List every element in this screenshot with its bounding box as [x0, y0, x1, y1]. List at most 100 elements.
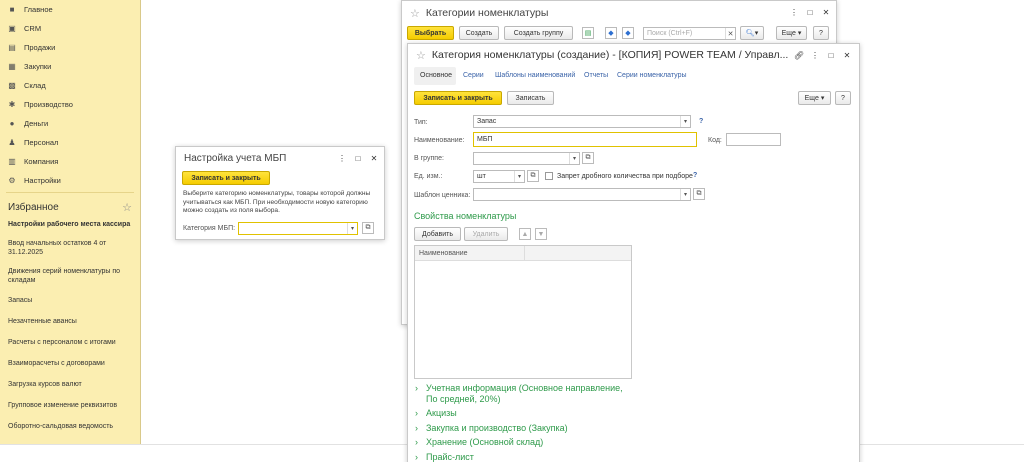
mbp-settings-window: Настройка учета МБП ⋮ □ ✕ Записать и зак…: [175, 146, 385, 240]
favorite-item[interactable]: Взаиморасчеты с договорами: [0, 356, 140, 371]
tab-series[interactable]: Серии: [463, 72, 484, 79]
search-button[interactable]: 🔍︎ ▾: [740, 26, 764, 40]
open-link-icon[interactable]: ⧉: [582, 152, 594, 164]
code-field[interactable]: [726, 133, 781, 146]
tab-reports[interactable]: Отчеты: [584, 72, 608, 79]
section-purchase[interactable]: Закупка и производство (Закупка): [426, 423, 568, 433]
nav-item-company[interactable]: ▥ Компания: [0, 152, 140, 171]
section-excise[interactable]: Акцизы: [426, 408, 457, 418]
close-icon[interactable]: ✕: [822, 7, 830, 17]
maximize-icon[interactable]: □: [806, 7, 814, 17]
more-icon[interactable]: ⋮: [338, 153, 346, 163]
unit-field[interactable]: шт ▾: [473, 170, 525, 183]
save-button[interactable]: Записать: [507, 91, 554, 105]
tab-name-templates[interactable]: Шаблоны наименований: [495, 72, 575, 79]
dropdown-arrow-icon[interactable]: ▾: [569, 153, 579, 164]
home-icon: ■: [9, 5, 15, 14]
favorites-title: Избранное: [8, 201, 59, 213]
dropdown-arrow-icon[interactable]: ▾: [514, 171, 524, 182]
dropdown-arrow-icon[interactable]: ▾: [347, 223, 357, 234]
save-close-button[interactable]: Записать и закрыть: [414, 91, 502, 105]
nav-item-production[interactable]: ✱ Производство: [0, 95, 140, 114]
favorite-item[interactable]: Расчеты с персоналом с итогами: [0, 335, 140, 350]
favorite-item[interactable]: Ввод начальных остатков 4 от 31.12.2025: [0, 236, 140, 260]
properties-title: Свойства номенклатуры: [414, 211, 517, 221]
sidebar-nav: ■ Главное ▣ CRM ▤ Продажи ▦ Закупки ▩ Склад ✱…: [0, 0, 140, 190]
maximize-icon[interactable]: □: [827, 50, 835, 60]
fractional-checkbox[interactable]: [545, 172, 553, 180]
price-tag-field[interactable]: ▾: [473, 188, 691, 201]
more-icon[interactable]: ⋮: [811, 50, 819, 60]
star-icon[interactable]: ☆: [410, 7, 420, 20]
nav-item-home[interactable]: ■ Главное: [0, 0, 140, 19]
favorite-item[interactable]: Запасы: [0, 293, 140, 308]
table-header-name[interactable]: Наименование: [415, 245, 525, 261]
more-button[interactable]: Еще ▾: [798, 91, 831, 105]
maximize-icon[interactable]: □: [354, 153, 362, 163]
unit-value: шт: [477, 173, 486, 180]
more-icon[interactable]: ⋮: [790, 7, 798, 17]
favorite-item[interactable]: Групповое изменение реквизитов: [0, 398, 140, 413]
nav-item-sales[interactable]: ▤ Продажи: [0, 38, 140, 57]
favorite-item[interactable]: Движения серий номенклатуры по складам: [0, 264, 140, 288]
dropdown-arrow-icon[interactable]: ▾: [680, 189, 690, 200]
properties-table[interactable]: Наименование: [414, 245, 632, 379]
open-link-icon[interactable]: ⧉: [693, 188, 705, 200]
mbp-category-field[interactable]: ▾: [238, 222, 358, 235]
search-input[interactable]: Поиск (Ctrl+F) ✕: [643, 27, 736, 40]
create-button[interactable]: Создать: [459, 26, 499, 40]
more-label: Еще: [804, 94, 819, 102]
section-accounting[interactable]: Учетная информация (Основное направление…: [426, 383, 636, 405]
nav-item-purchases[interactable]: ▦ Закупки: [0, 57, 140, 76]
type-label: Тип:: [414, 119, 428, 126]
link-icon[interactable]: 🔗︎: [794, 50, 804, 60]
dropdown-arrow-icon[interactable]: ▾: [680, 116, 690, 127]
copy-icon[interactable]: ▤: [582, 27, 594, 39]
mbp-save-close-button[interactable]: Записать и закрыть: [182, 171, 270, 185]
section-storage[interactable]: Хранение (Основной склад): [426, 437, 543, 447]
close-icon[interactable]: ✕: [370, 153, 378, 163]
favorites-list: Настройки рабочего места кассира Ввод на…: [0, 217, 140, 434]
category-list-titlebar: ☆ Категории номенклатуры ⋮ □ ✕: [402, 1, 836, 25]
favorite-item[interactable]: Оборотно-сальдовая ведомость: [0, 419, 140, 434]
sales-icon: ▤: [8, 43, 16, 52]
clear-icon[interactable]: ✕: [725, 28, 735, 39]
help-button[interactable]: ?: [813, 26, 829, 40]
move-up-icon[interactable]: ◆: [605, 27, 617, 39]
name-field[interactable]: МБП: [473, 132, 697, 147]
add-property-button[interactable]: Добавить: [414, 227, 461, 241]
favorite-item[interactable]: Незачтенные авансы: [0, 314, 140, 329]
warehouse-icon: ▩: [8, 81, 16, 90]
star-icon[interactable]: ☆: [122, 201, 132, 214]
nav-item-person[interactable]: ♟ Персонал: [0, 133, 140, 152]
form-title: Категория номенклатуры (создание) - [КОП…: [431, 49, 789, 61]
favorite-item[interactable]: Загрузка курсов валют: [0, 377, 140, 392]
close-icon[interactable]: ✕: [843, 50, 851, 60]
nav-item-crm[interactable]: ▣ CRM: [0, 19, 140, 38]
open-link-icon[interactable]: ⧉: [362, 222, 374, 234]
help-icon[interactable]: ?: [699, 118, 703, 125]
tab-item-series[interactable]: Серии номенклатуры: [617, 72, 687, 79]
open-link-icon[interactable]: ⧉: [527, 170, 539, 182]
purchases-icon: ▦: [8, 62, 16, 71]
gear-icon: ⚙: [8, 176, 16, 185]
nav-item-money[interactable]: ● Деньги: [0, 114, 140, 133]
nav-item-warehouse[interactable]: ▩ Склад: [0, 76, 140, 95]
nav-item-settings[interactable]: ⚙ Настройки: [0, 171, 140, 190]
tab-main-label: Основное: [420, 72, 453, 79]
arrow-down-icon[interactable]: ▼: [535, 228, 547, 240]
search-placeholder: Поиск (Ctrl+F): [647, 30, 693, 37]
help-button[interactable]: ?: [835, 91, 851, 105]
move-down-icon[interactable]: ◆: [622, 27, 634, 39]
more-button[interactable]: Еще ▾: [776, 26, 807, 40]
select-button[interactable]: Выбрать: [407, 26, 454, 40]
type-field[interactable]: Запас ▾: [473, 115, 691, 128]
star-icon[interactable]: ☆: [416, 49, 426, 62]
arrow-up-icon[interactable]: ▲: [519, 228, 531, 240]
create-group-button[interactable]: Создать группу: [504, 26, 573, 40]
section-price-list[interactable]: Прайс-лист: [426, 452, 474, 462]
favorite-item[interactable]: Настройки рабочего места кассира: [0, 217, 140, 232]
delete-property-button[interactable]: Удалить: [464, 227, 508, 241]
group-field[interactable]: ▾: [473, 152, 580, 165]
help-icon[interactable]: ?: [693, 172, 697, 179]
